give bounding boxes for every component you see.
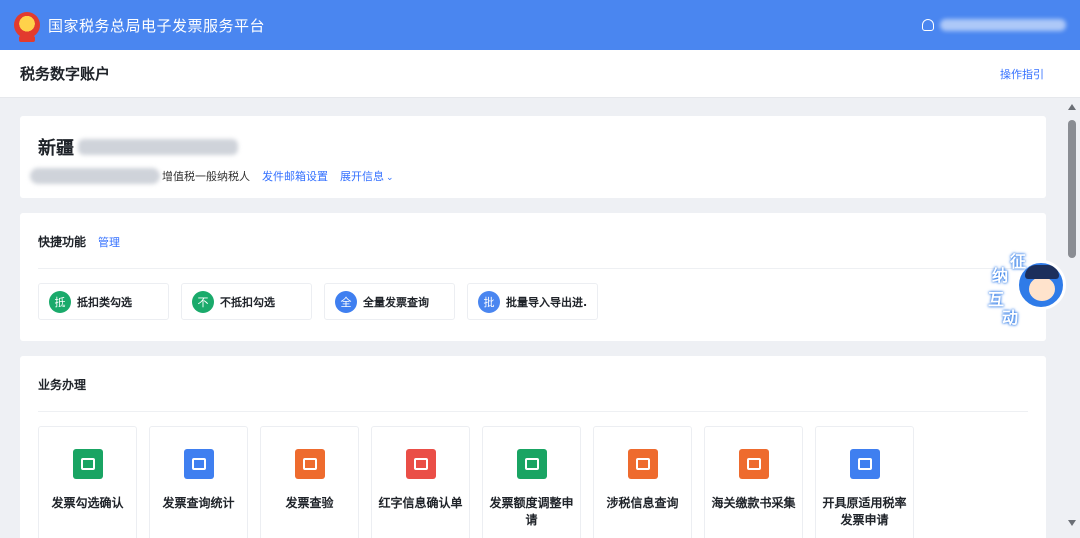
national-emblem-icon — [14, 12, 40, 42]
company-name: 新疆 — [38, 134, 1028, 160]
quick-function-list: 抵 抵扣类勾选 不 不抵扣勾选 全 全量发票查询 批 批量导入导出进... — [38, 283, 1028, 320]
user-icon — [922, 19, 934, 31]
verify-ticket-icon — [294, 449, 325, 479]
company-info-card: 新疆 增值税一般纳税人 发件邮箱设置 展开信息 ⌄ — [20, 116, 1046, 198]
assistant-char: 纳 — [992, 266, 1009, 285]
quick-functions-header: 快捷功能 管理 — [38, 233, 1028, 250]
biz-item-label: 开具原适用税率发票申请 — [822, 496, 907, 527]
business-list: 发票勾选确认 发票查询统计 发票查验 红字信息确认单 发票额度调整申请 涉税信息… — [38, 426, 1028, 538]
red-doc-icon — [405, 449, 436, 479]
interaction-assistant-button[interactable]: 征 纳 互 动 — [984, 250, 1070, 330]
quick-item-non-deductible-selection[interactable]: 不 不抵扣勾选 — [181, 283, 312, 320]
biz-item-label: 海关缴款书采集 — [711, 496, 796, 510]
page-title: 税务数字账户 — [20, 65, 111, 83]
edit-doc-icon — [516, 449, 547, 479]
biz-item-invoice-selection-confirm[interactable]: 发票勾选确认 — [38, 426, 137, 538]
quick-item-label: 不抵扣勾选 — [220, 295, 275, 309]
biz-item-label: 红字信息确认单 — [378, 496, 463, 510]
biz-item-red-info-confirm[interactable]: 红字信息确认单 — [371, 426, 470, 538]
quick-item-label: 全量发票查询 — [363, 295, 429, 309]
chevron-down-icon: ⌄ — [386, 173, 394, 183]
scroll-thumb[interactable] — [1068, 120, 1076, 258]
page-header: 税务数字账户 操作指引 — [0, 50, 1080, 98]
quick-functions-title: 快捷功能 — [38, 235, 87, 249]
expand-info-link[interactable]: 展开信息 ⌄ — [340, 168, 394, 184]
quick-item-label: 抵扣类勾选 — [77, 295, 132, 309]
clipboard-icon — [849, 449, 880, 479]
tax-id-blurred — [30, 168, 160, 184]
taxpayer-type: 增值税一般纳税人 — [162, 170, 250, 183]
quick-item-batch-import-export[interactable]: 批 批量导入导出进... — [467, 283, 598, 320]
expand-info-label: 展开信息 — [340, 170, 384, 183]
biz-item-label: 涉税信息查询 — [606, 496, 679, 510]
biz-item-invoice-query-stats[interactable]: 发票查询统计 — [149, 426, 248, 538]
divider — [38, 411, 1028, 412]
biz-item-label: 发票查验 — [285, 496, 334, 510]
operation-guide-link[interactable]: 操作指引 — [1000, 66, 1044, 82]
user-menu[interactable] — [922, 19, 1066, 31]
biz-item-quota-adjust[interactable]: 发票额度调整申请 — [482, 426, 581, 538]
ticket-icon — [72, 449, 103, 479]
email-settings-link[interactable]: 发件邮箱设置 — [262, 168, 328, 184]
main-content: 新疆 增值税一般纳税人 发件邮箱设置 展开信息 ⌄ 快捷功能 管理 抵 抵扣类勾选… — [0, 98, 1080, 538]
scroll-down-arrow-icon[interactable] — [1068, 520, 1076, 526]
company-name-blurred — [78, 139, 238, 155]
assistant-char: 动 — [1002, 308, 1019, 327]
business-header: 业务办理 — [38, 376, 1028, 393]
divider — [38, 268, 1028, 269]
biz-item-tax-info-query[interactable]: 涉税信息查询 — [593, 426, 692, 538]
quick-badge-icon: 不 — [192, 290, 214, 313]
assistant-char: 征 — [1010, 252, 1027, 271]
biz-item-invoice-verify[interactable]: 发票查验 — [260, 426, 359, 538]
manage-link[interactable]: 管理 — [98, 234, 120, 250]
company-name-prefix: 新疆 — [38, 138, 74, 159]
biz-item-customs-collection[interactable]: 海关缴款书采集 — [704, 426, 803, 538]
folder-search-icon — [627, 449, 658, 479]
top-bar: 国家税务总局电子发票服务平台 — [0, 0, 1080, 50]
quick-badge-icon: 批 — [478, 290, 500, 313]
search-doc-icon — [183, 449, 214, 479]
user-name-blurred — [940, 19, 1066, 31]
quick-functions-card: 快捷功能 管理 抵 抵扣类勾选 不 不抵扣勾选 全 全量发票查询 批 批量导入导… — [20, 213, 1046, 341]
quick-item-full-invoice-query[interactable]: 全 全量发票查询 — [324, 283, 455, 320]
platform-title: 国家税务总局电子发票服务平台 — [48, 16, 266, 35]
business-card: 业务办理 发票勾选确认 发票查询统计 发票查验 红字信息确认单 发票额度调整申请… — [20, 356, 1046, 538]
business-title: 业务办理 — [38, 378, 87, 392]
quick-item-deductible-selection[interactable]: 抵 抵扣类勾选 — [38, 283, 169, 320]
biz-item-label: 发票查询统计 — [162, 496, 235, 510]
quick-item-label: 批量导入导出进... — [506, 295, 587, 309]
biz-item-label: 发票额度调整申请 — [489, 496, 574, 527]
customs-doc-icon — [738, 449, 769, 479]
biz-item-label: 发票勾选确认 — [51, 496, 124, 510]
quick-badge-icon: 全 — [335, 290, 357, 313]
quick-badge-icon: 抵 — [49, 290, 71, 313]
biz-item-original-rate-invoice[interactable]: 开具原适用税率发票申请 — [815, 426, 914, 538]
scroll-up-arrow-icon[interactable] — [1068, 104, 1076, 110]
company-meta: 增值税一般纳税人 发件邮箱设置 展开信息 ⌄ — [30, 168, 1028, 184]
